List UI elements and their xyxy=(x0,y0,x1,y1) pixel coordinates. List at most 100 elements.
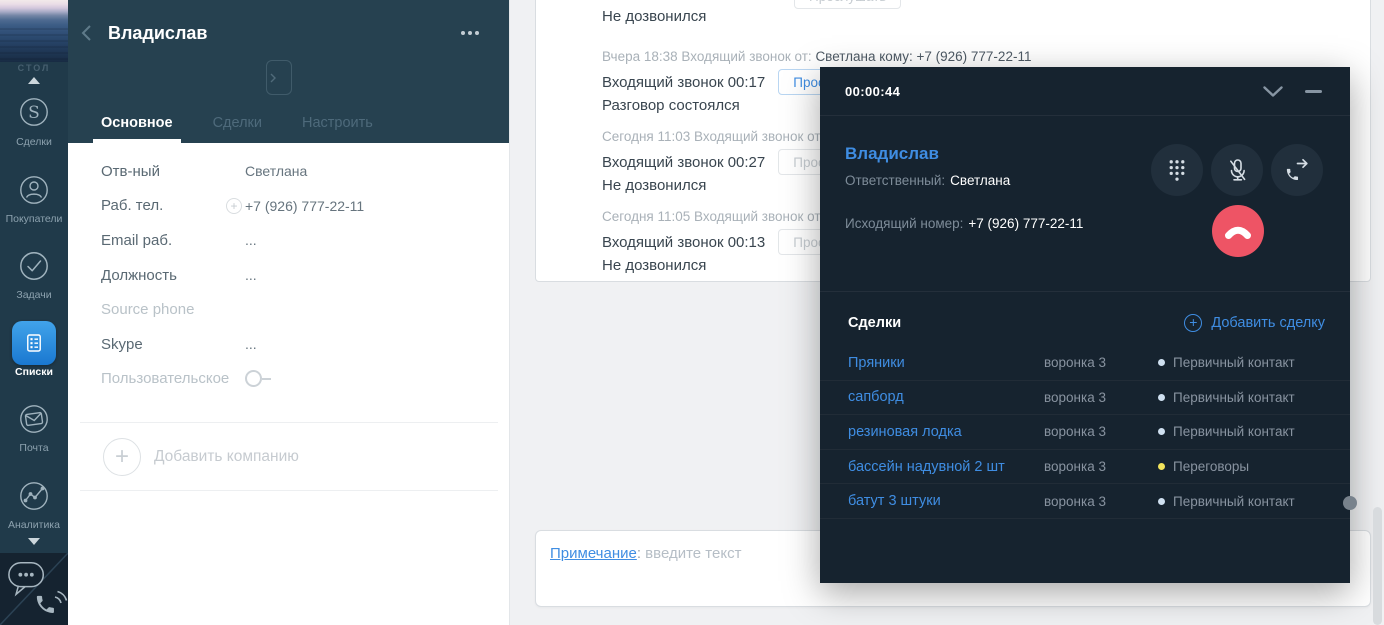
sidebar-item-mail[interactable]: Почта xyxy=(0,396,68,473)
field-value[interactable]: + +7 (926) 777-22-11 xyxy=(245,198,364,214)
add-phone-icon[interactable]: + xyxy=(226,198,242,214)
deal-status: Первичный контакт xyxy=(1158,424,1325,439)
deal-pipeline: воронка 3 xyxy=(1044,390,1158,405)
field-value[interactable]: ... xyxy=(245,336,257,352)
divider xyxy=(80,490,498,491)
phone-transfer-icon xyxy=(1283,156,1311,184)
call-text: Входящий звонок 00:13 xyxy=(602,234,765,251)
tab-setup[interactable]: Настроить xyxy=(294,115,381,143)
lists-icon xyxy=(12,320,56,366)
deal-row: батут 3 штуки воронка 3 Первичный контак… xyxy=(820,484,1350,519)
sidebar-item-deals[interactable]: S Сделки xyxy=(0,90,68,167)
sidebar-item-lists[interactable]: Списки xyxy=(0,320,68,397)
call-duration: 00:27 xyxy=(728,154,766,171)
field-value-text: ... xyxy=(245,232,257,248)
field-value[interactable]: Светлана xyxy=(245,163,307,179)
listen-button[interactable]: Прослушать xyxy=(794,0,901,9)
call-contact-name[interactable]: Владислав xyxy=(845,144,939,164)
contact-panel: Владислав Основное Сделки Настроить Отв-… xyxy=(68,0,510,625)
feed-entry-partial: Прослушать Не дозвонился xyxy=(602,0,1370,35)
toggle-off-switch[interactable] xyxy=(245,370,271,387)
contact-field-row: Пользовательское xyxy=(68,362,509,397)
dialpad-button[interactable] xyxy=(1151,144,1203,196)
call-text: Входящий звонок 00:27 xyxy=(602,154,765,171)
sidebar-photo xyxy=(0,0,68,62)
deal-link[interactable]: Пряники xyxy=(848,355,1044,371)
hangup-button[interactable] xyxy=(1212,205,1264,257)
deal-link[interactable]: бассейн надувной 2 шт xyxy=(848,459,1044,475)
contact-panel-header: Владислав Основное Сделки Настроить xyxy=(68,0,509,143)
mic-off-icon xyxy=(1224,157,1251,184)
field-label: Должность xyxy=(101,267,245,284)
transfer-call-button[interactable] xyxy=(1271,144,1323,196)
call-duration: 00:17 xyxy=(728,74,766,91)
scroll-down-icon[interactable] xyxy=(28,538,40,545)
analytics-icon xyxy=(16,473,52,519)
deal-pipeline: воронка 3 xyxy=(1044,494,1158,509)
note-placeholder: введите текст xyxy=(645,545,741,562)
call-text: Входящий звонок 00:17 xyxy=(602,74,765,91)
tasks-icon xyxy=(16,243,52,289)
contact-title: Владислав xyxy=(108,23,207,44)
widget-drag-handle[interactable] xyxy=(1343,496,1357,510)
deal-pipeline: воронка 3 xyxy=(1044,355,1158,370)
page-scrollbar-thumb[interactable] xyxy=(1373,507,1382,625)
sidebar-hidden-item-label: СТОЛ xyxy=(0,63,68,73)
field-label: Email раб. xyxy=(101,232,245,249)
status-dot xyxy=(1158,428,1165,435)
deal-link[interactable]: резиновая лодка xyxy=(848,424,1044,440)
deal-link[interactable]: сапборд xyxy=(848,389,1044,405)
field-value[interactable] xyxy=(245,370,271,387)
contact-field-row: Отв-ный Светлана xyxy=(68,154,509,189)
contact-fields: Отв-ный Светлана Раб. тел. + +7 (926) 77… xyxy=(68,143,509,396)
mail-icon xyxy=(16,396,52,442)
avatar-placeholder-icon xyxy=(266,60,292,95)
field-value[interactable]: ... xyxy=(245,232,257,248)
status-dot xyxy=(1158,394,1165,401)
back-icon[interactable] xyxy=(81,24,92,47)
deal-row: Пряники воронка 3 Первичный контакт xyxy=(820,346,1350,381)
deals-icon: S xyxy=(16,90,52,136)
add-company-button[interactable]: + Добавить компанию xyxy=(68,423,509,490)
contact-field-row: Source phone xyxy=(68,292,509,327)
call-responsible: Ответственный:Светлана xyxy=(845,173,1010,188)
scroll-up-icon[interactable] xyxy=(28,77,40,84)
field-value-text: ... xyxy=(245,267,257,283)
contact-field-row: Раб. тел. + +7 (926) 777-22-11 xyxy=(68,189,509,224)
svg-text:S: S xyxy=(28,103,40,123)
support-phone-icon[interactable] xyxy=(30,585,68,623)
more-menu-icon[interactable] xyxy=(461,31,479,35)
widget-deals-section: Сделки + Добавить сделку Пряники воронка… xyxy=(820,291,1350,583)
collapse-chevron-icon[interactable] xyxy=(1262,85,1284,103)
field-value-text: Светлана xyxy=(245,163,307,179)
contact-field-row: Email раб. ... xyxy=(68,223,509,258)
contact-field-row: Skype ... xyxy=(68,327,509,362)
deal-pipeline: воронка 3 xyxy=(1044,459,1158,474)
call-result: Не дозвонился xyxy=(602,8,706,25)
field-value[interactable]: ... xyxy=(245,267,257,283)
minimize-icon[interactable] xyxy=(1305,90,1322,93)
sidebar-item-buyers[interactable]: Покупатели xyxy=(0,167,68,244)
note-type-link[interactable]: Примечание xyxy=(550,545,637,562)
field-label: Отв-ный xyxy=(101,163,245,180)
contact-tabs: Основное Сделки Настроить xyxy=(93,115,381,143)
deal-status: Первичный контакт xyxy=(1158,390,1325,405)
sidebar-item-tasks[interactable]: Задачи xyxy=(0,243,68,320)
dialpad-icon xyxy=(1165,157,1189,184)
deal-row: бассейн надувной 2 шт воронка 3 Перегово… xyxy=(820,450,1350,485)
mute-button[interactable] xyxy=(1211,144,1263,196)
deal-status: Переговоры xyxy=(1158,459,1325,474)
field-label: Source phone xyxy=(101,301,245,318)
call-outgoing-number: Исходящий номер:+7 (926) 777-22-11 xyxy=(845,216,1083,231)
field-label: Пользовательское xyxy=(101,370,245,387)
buyers-icon xyxy=(16,167,52,213)
field-label: Раб. тел. xyxy=(101,197,245,214)
field-label: Skype xyxy=(101,336,245,353)
tab-main[interactable]: Основное xyxy=(93,115,181,143)
sidebar: СТОЛ S Сделки Покупатели xyxy=(0,0,68,625)
tab-deals[interactable]: Сделки xyxy=(205,115,270,143)
deal-link[interactable]: батут 3 штуки xyxy=(848,493,1044,509)
call-timer: 00:00:44 xyxy=(845,84,900,99)
deal-list: Пряники воронка 3 Первичный контакт сапб… xyxy=(820,346,1350,519)
add-deal-button[interactable]: + Добавить сделку xyxy=(1184,314,1325,332)
